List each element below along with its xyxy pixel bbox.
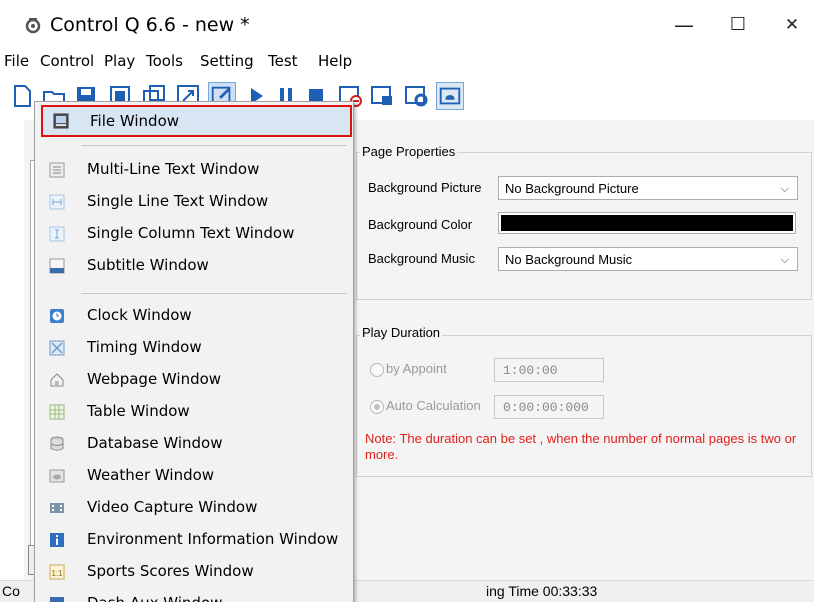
environment-info-icon xyxy=(50,533,64,547)
menu-setting[interactable]: Setting xyxy=(200,52,254,70)
svg-text:1:1: 1:1 xyxy=(51,569,63,578)
settings-screen-icon[interactable] xyxy=(402,82,430,110)
menu-item-clock-window[interactable]: Clock Window xyxy=(35,300,353,330)
menu-item-single-line-text-window[interactable]: Single Line Text Window xyxy=(35,186,353,216)
menu-item-subtitle-window[interactable]: Subtitle Window xyxy=(35,250,353,280)
background-music-label: Background Music xyxy=(368,251,475,266)
menu-tools[interactable]: Tools xyxy=(146,52,183,70)
auto-calculation-radio[interactable] xyxy=(370,400,384,414)
title-bar: Control Q 6.6 - new * — ☐ ✕ xyxy=(0,0,814,46)
menu-item-label: Sports Scores Window xyxy=(87,562,254,580)
play-duration-title: Play Duration xyxy=(360,325,443,340)
menu-item-label: Weather Window xyxy=(87,466,215,484)
table-icon xyxy=(49,404,65,420)
menu-item-label: Multi-Line Text Window xyxy=(87,160,260,178)
new-icon[interactable] xyxy=(8,82,36,110)
lock-screen-icon[interactable] xyxy=(368,82,396,110)
menu-item-timing-window[interactable]: Timing Window xyxy=(35,332,353,362)
menu-item-label: File Window xyxy=(90,112,180,130)
by-appoint-radio[interactable] xyxy=(370,363,384,377)
dash-aux-icon xyxy=(50,597,64,602)
timing-icon xyxy=(49,340,65,356)
background-picture-value: No Background Picture xyxy=(505,181,639,196)
menu-item-label: Table Window xyxy=(87,402,190,420)
auto-calculation-label: Auto Calculation xyxy=(386,398,481,413)
background-picture-select[interactable]: No Background Picture ⌵ xyxy=(498,176,798,200)
close-button[interactable]: ✕ xyxy=(772,10,812,40)
video-capture-icon xyxy=(50,503,64,513)
background-color-picker[interactable] xyxy=(498,212,796,234)
clock-icon xyxy=(50,309,64,323)
menu-item-single-column-text-window[interactable]: Single Column Text Window xyxy=(35,218,353,248)
maximize-button[interactable]: ☐ xyxy=(718,10,758,40)
background-color-swatch xyxy=(501,215,793,231)
menu-separator xyxy=(81,293,347,294)
page-properties-title: Page Properties xyxy=(360,144,458,159)
by-appoint-field[interactable]: 1:00:00 xyxy=(494,358,604,382)
background-picture-label: Background Picture xyxy=(368,180,482,195)
minimize-button[interactable]: — xyxy=(664,10,704,40)
menu-item-file-window[interactable]: File Window xyxy=(41,105,352,137)
menu-play[interactable]: Play xyxy=(104,52,135,70)
menu-item-multi-line-text-window[interactable]: Multi-Line Text Window xyxy=(35,154,353,184)
menu-control[interactable]: Control xyxy=(40,52,94,70)
menu-item-webpage-window[interactable]: Webpage Window xyxy=(35,364,353,394)
status-left-text: Co xyxy=(2,583,20,599)
menu-item-table-window[interactable]: Table Window xyxy=(35,396,353,426)
subtitle-icon xyxy=(49,258,65,274)
menu-help[interactable]: Help xyxy=(318,52,352,70)
menu-item-label: Video Capture Window xyxy=(87,498,258,516)
menu-item-label: Clock Window xyxy=(87,306,192,324)
database-icon xyxy=(50,436,64,451)
menu-item-label: Webpage Window xyxy=(87,370,222,388)
weather-icon xyxy=(49,469,65,483)
menu-item-label: Environment Information Window xyxy=(87,530,339,548)
menu-bar: File Control Play Tools Setting Test Hel… xyxy=(0,50,814,74)
chevron-down-icon: ⌵ xyxy=(780,254,789,266)
single-line-text-icon xyxy=(49,194,65,210)
menu-item-database-window[interactable]: Database Window xyxy=(35,428,353,458)
menu-separator xyxy=(81,145,347,146)
multi-line-text-icon xyxy=(49,162,65,178)
chevron-down-icon: ⌵ xyxy=(780,183,789,195)
properties-panel: Page Properties Background Picture No Ba… xyxy=(354,120,814,580)
window-title: Control Q 6.6 - new * xyxy=(50,14,250,36)
menu-item-label: Single Line Text Window xyxy=(87,192,269,210)
menu-item-weather-window[interactable]: Weather Window xyxy=(35,460,353,490)
menu-item-video-capture-window[interactable]: Video Capture Window xyxy=(35,492,353,522)
menu-item-dash-aux-window[interactable]: Dash Aux Window xyxy=(35,588,353,602)
app-gear-icon xyxy=(25,18,41,34)
menu-item-label: Timing Window xyxy=(87,338,202,356)
menu-item-label: Subtitle Window xyxy=(87,256,209,274)
menu-item-environment-information-window[interactable]: Environment Information Window xyxy=(35,524,353,554)
single-column-text-icon xyxy=(49,226,65,242)
menu-item-sports-scores-window[interactable]: 1:1 Sports Scores Window xyxy=(35,556,353,586)
menu-item-label: Single Column Text Window xyxy=(87,224,295,242)
auto-calculation-field[interactable]: 0:00:00:000 xyxy=(494,395,604,419)
menu-file[interactable]: File xyxy=(4,52,29,70)
add-window-menu: Multi-Line Text Window Single Line Text … xyxy=(34,101,354,602)
by-appoint-label: by Appoint xyxy=(386,361,447,376)
menu-item-label: Database Window xyxy=(87,434,223,452)
menu-test[interactable]: Test xyxy=(268,52,298,70)
cloud-icon[interactable] xyxy=(436,82,464,110)
status-running-time: ing Time 00:33:33 xyxy=(486,583,598,599)
duration-note: Note: The duration can be set , when the… xyxy=(365,431,797,462)
background-music-select[interactable]: No Background Music ⌵ xyxy=(498,247,798,271)
webpage-icon xyxy=(50,373,64,387)
sports-scores-icon: 1:1 xyxy=(49,564,65,580)
background-color-label: Background Color xyxy=(368,217,473,232)
background-music-value: No Background Music xyxy=(505,252,633,267)
file-window-icon xyxy=(53,113,69,129)
